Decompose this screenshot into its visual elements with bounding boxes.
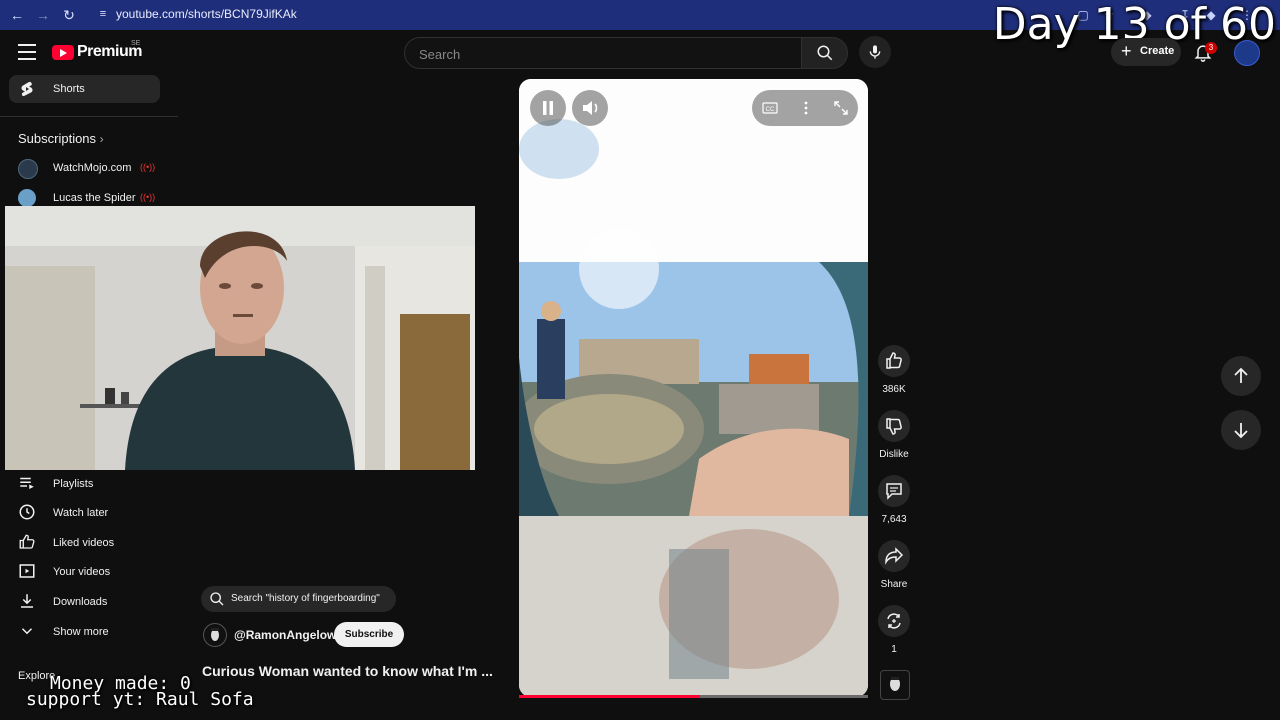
sidebar-item-label: Playlists bbox=[53, 478, 94, 490]
webcam-overlay bbox=[5, 206, 475, 470]
sidebar-item-label: Shorts bbox=[53, 83, 85, 95]
sidebar-item-label: Your videos bbox=[53, 566, 111, 578]
shorts-icon bbox=[21, 81, 33, 97]
comment-icon bbox=[886, 483, 902, 500]
pause-icon bbox=[543, 101, 553, 115]
search-icon bbox=[210, 592, 224, 606]
arrow-up-icon bbox=[1234, 367, 1248, 383]
play-square-icon bbox=[19, 564, 35, 578]
comment-count: 7,643 bbox=[881, 514, 907, 525]
support-overlay: support yt: Raul Sofa bbox=[26, 689, 254, 710]
site-settings-icon[interactable]: ≡ bbox=[96, 7, 110, 21]
dislike-button[interactable] bbox=[878, 410, 910, 442]
remix-button[interactable] bbox=[878, 605, 910, 637]
comments-button[interactable] bbox=[878, 475, 910, 507]
thumbs-up-icon bbox=[19, 534, 35, 549]
related-search-chip[interactable]: Search "history of fingerboarding" bbox=[201, 586, 396, 612]
create-label: Create bbox=[1140, 45, 1175, 57]
arrow-down-icon bbox=[1234, 423, 1248, 439]
channel-handle[interactable]: @RamonAngelow bbox=[234, 628, 336, 642]
playlist-icon bbox=[20, 477, 34, 489]
chevron-down-icon bbox=[21, 628, 33, 635]
volume-icon bbox=[583, 101, 598, 115]
volume-button[interactable] bbox=[572, 90, 608, 126]
sidebar-item-label: Downloads bbox=[53, 596, 108, 608]
creator-face-icon bbox=[211, 628, 219, 641]
search-box bbox=[404, 37, 802, 70]
back-icon[interactable]: ← bbox=[8, 6, 26, 24]
dislike-label: Dislike bbox=[879, 449, 909, 460]
plus-icon: + bbox=[1121, 41, 1132, 61]
creator-face-icon bbox=[890, 677, 900, 691]
player-controls-group: CC bbox=[752, 90, 858, 126]
thumbs-down-icon bbox=[886, 418, 902, 435]
live-icon: ((•)) bbox=[140, 162, 156, 172]
video-frame bbox=[519, 79, 868, 697]
sidebar-item-watch-later[interactable]: Watch later bbox=[18, 503, 178, 523]
subscriptions-label: Subscriptions bbox=[18, 131, 97, 146]
reload-icon[interactable]: ↻ bbox=[60, 6, 78, 24]
logo-region-code: SE bbox=[131, 40, 141, 47]
notification-badge: 3 bbox=[1205, 42, 1217, 54]
create-button[interactable]: + Create bbox=[1111, 38, 1181, 66]
sidebar-channel-watchmojo[interactable]: WatchMojo.com ((•)) bbox=[18, 159, 178, 179]
captions-icon[interactable]: CC bbox=[762, 100, 778, 116]
sidebar-item-shorts[interactable]: Shorts bbox=[9, 75, 160, 103]
webcam-feed bbox=[5, 206, 475, 470]
live-icon: ((•)) bbox=[140, 192, 156, 202]
remix-count: 1 bbox=[891, 644, 897, 655]
fullscreen-icon[interactable] bbox=[833, 100, 849, 116]
sidebar-item-show-more[interactable]: Show more bbox=[18, 622, 178, 642]
youtube-play-icon bbox=[52, 45, 74, 60]
sidebar-item-downloads[interactable]: Downloads bbox=[18, 592, 178, 612]
channel-avatar bbox=[18, 189, 36, 207]
forward-icon[interactable]: → bbox=[34, 6, 52, 24]
sidebar-item-label: Watch later bbox=[53, 507, 109, 519]
sidebar-item-label: Liked videos bbox=[53, 537, 115, 549]
download-icon bbox=[21, 594, 33, 608]
video-title[interactable]: Curious Woman wanted to know what I'm ..… bbox=[202, 663, 493, 679]
microphone-icon bbox=[869, 45, 881, 59]
search-icon bbox=[817, 45, 833, 61]
remix-icon bbox=[887, 613, 901, 629]
chevron-right-icon: › bbox=[99, 132, 104, 146]
subscribe-button[interactable]: Subscribe bbox=[334, 622, 404, 647]
sidebar-item-your-videos[interactable]: Your videos bbox=[18, 562, 178, 582]
voice-search-button[interactable] bbox=[859, 36, 891, 68]
sidebar-item-label: Show more bbox=[53, 626, 109, 638]
sound-thumbnail[interactable] bbox=[880, 670, 910, 700]
guide-menu-icon[interactable] bbox=[18, 44, 36, 60]
share-icon bbox=[885, 547, 904, 565]
channel-avatar bbox=[18, 159, 38, 179]
previous-short-button[interactable] bbox=[1221, 356, 1261, 396]
more-options-icon[interactable] bbox=[798, 100, 814, 116]
next-short-button[interactable] bbox=[1221, 410, 1261, 450]
channel-name: Lucas the Spider bbox=[53, 192, 136, 204]
svg-text:CC: CC bbox=[766, 107, 775, 113]
pause-button[interactable] bbox=[530, 90, 566, 126]
thumbs-up-icon bbox=[886, 352, 902, 369]
progress-bar-fill bbox=[519, 695, 701, 698]
shorts-video-player[interactable] bbox=[519, 79, 868, 697]
address-bar[interactable]: youtube.com/shorts/BCN79JifKAk bbox=[116, 7, 297, 21]
channel-name: WatchMojo.com bbox=[53, 162, 132, 174]
subscriptions-header[interactable]: Subscriptions › bbox=[18, 131, 104, 146]
like-button[interactable] bbox=[878, 345, 910, 377]
sidebar-channel-lucas[interactable]: Lucas the Spider ((•)) bbox=[18, 189, 178, 207]
share-label: Share bbox=[880, 579, 908, 590]
search-input[interactable] bbox=[417, 38, 791, 70]
sidebar-divider bbox=[0, 116, 178, 117]
avatar[interactable] bbox=[1234, 40, 1260, 66]
share-button[interactable] bbox=[878, 540, 910, 572]
related-search-text: Search "history of fingerboarding" bbox=[231, 593, 380, 604]
sidebar-item-playlists[interactable]: Playlists bbox=[18, 474, 178, 494]
channel-avatar[interactable] bbox=[203, 623, 227, 647]
clock-icon bbox=[19, 504, 35, 520]
like-count: 386K bbox=[882, 384, 906, 395]
search-button[interactable] bbox=[801, 37, 848, 69]
sidebar-item-liked-videos[interactable]: Liked videos bbox=[18, 533, 178, 553]
